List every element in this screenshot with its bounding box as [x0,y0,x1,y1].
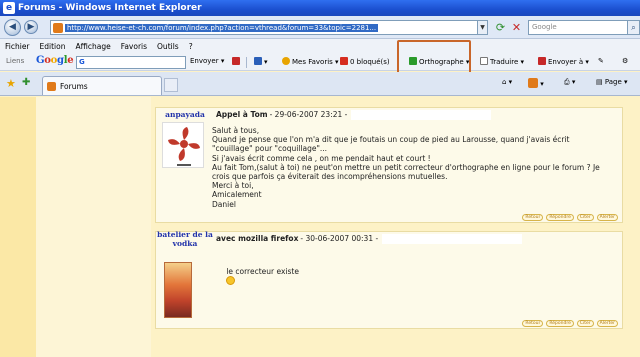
envoyer-button[interactable]: Envoyer ▾ [190,57,224,65]
post-author[interactable]: anpayada [156,110,214,119]
avatar [162,122,204,168]
post-actions: Retour Répondre Citer Alerter [522,320,618,327]
alerter-button[interactable]: Alerter [596,214,618,221]
window-title: Forums - Windows Internet Explorer [18,3,202,13]
envoyer-a-button[interactable]: Envoyer à ▾ [538,57,589,66]
post-date: - 30-06-2007 00:31 - [300,234,379,243]
tab-forums[interactable]: Forums [42,76,162,95]
url-dropdown-button[interactable]: ▼ [478,20,488,35]
print-icon[interactable]: ⎙ ▾ [564,78,575,87]
address-bar: ◀ ▶ http://www.heise-et-ch.com/forum/ind… [0,16,640,39]
add-favorite-icon[interactable]: ✚ [22,77,30,88]
post-subject: Appel à Tom [216,110,268,119]
google-logo: Google [36,55,74,66]
forum-post: batelier de la vodka avec mozilla firefo… [155,230,623,329]
menu-help[interactable]: ? [184,42,198,51]
menu-fichier[interactable]: Fichier [0,42,35,51]
new-tab-button[interactable] [164,78,178,92]
page-favicon-icon [53,22,63,33]
alerter-button[interactable]: Alerter [596,320,618,327]
tab-label: Forums [60,81,88,91]
post-actions: Retour Répondre Citer Alerter [522,214,618,221]
url-field[interactable]: http://www.heise-et-ch.com/forum/index.p… [50,20,478,35]
google-search-input[interactable]: G [76,56,186,69]
redacted-block [382,233,523,244]
menu-bar: Fichier Edition Affichage Favoris Outils… [0,39,640,53]
traduire-button[interactable]: Traduire ▾ [480,57,524,66]
page-content: anpayada Appel à Tom - 29-06-2007 23:21 … [0,97,640,357]
post-date: - 29-06-2007 23:21 - [269,110,348,119]
redacted-block [351,109,492,120]
refresh-icon[interactable]: ⟳ [494,21,507,34]
separator [246,57,247,68]
gear-icon[interactable] [232,57,242,66]
pen-icon[interactable]: ✎ [598,57,604,65]
forward-button[interactable]: ▶ [24,20,38,34]
retour-button[interactable]: Retour [522,214,544,221]
post-header: anpayada Appel à Tom - 29-06-2007 23:21 … [156,108,622,121]
home-icon[interactable]: ⌂ ▾ [502,78,512,86]
settings-icon[interactable]: ⚙ [622,57,628,65]
left-panel [36,97,151,357]
post-subject: avec mozilla firefox [216,234,299,243]
menu-outils[interactable]: Outils [152,42,184,51]
links-label[interactable]: Liens [6,57,24,65]
post-body: Salut à tous, Quand je pense que l'on m'… [212,126,600,209]
citer-button[interactable]: Citer [576,214,594,221]
back-button[interactable]: ◀ [4,19,21,36]
tab-favicon-icon [47,81,56,91]
feeds-icon[interactable]: ▾ [528,78,544,88]
avatar [164,262,192,318]
ie-logo-icon: e [3,2,15,14]
mes-favoris-button[interactable]: Mes Favoris ▾ [282,57,339,66]
left-margin [0,97,36,357]
post-body-container: le correcteur existe [212,258,299,296]
post-header: batelier de la vodka avec mozilla firefo… [156,230,622,248]
menu-edition[interactable]: Edition [35,42,71,51]
popup-blocker-button[interactable]: 0 bloqué(s) [340,57,390,66]
menu-affichage[interactable]: Affichage [70,42,115,51]
menu-favoris[interactable]: Favoris [116,42,152,51]
repondre-button[interactable]: Répondre [546,214,574,221]
search-go-icon[interactable]: ⌕ [628,20,640,35]
post-body: le correcteur existe [226,267,299,277]
google-toolbar: Liens Google G Envoyer ▾ ▾ Mes Favoris ▾… [0,53,640,71]
retour-button[interactable]: Retour [522,320,544,327]
title-bar: e Forums - Windows Internet Explorer [0,0,640,16]
favorites-star-icon[interactable]: ★ [6,77,16,90]
tab-bar: ★ ✚ Forums ⌂ ▾ ▾ ⎙ ▾ ▤ Page ▾ [0,72,640,96]
forum-post: anpayada Appel à Tom - 29-06-2007 23:21 … [155,107,623,223]
smiley-icon [226,276,236,286]
url-text: http://www.heise-et-ch.com/forum/index.p… [65,23,379,32]
stop-icon[interactable]: ✕ [510,21,523,34]
puzzle-button[interactable]: ▾ [254,57,268,66]
repondre-button[interactable]: Répondre [546,320,574,327]
page-menu[interactable]: ▤ Page ▾ [596,78,628,86]
post-author[interactable]: batelier de la vodka [156,230,214,248]
citer-button[interactable]: Citer [576,320,594,327]
search-input[interactable]: Google [528,20,628,35]
